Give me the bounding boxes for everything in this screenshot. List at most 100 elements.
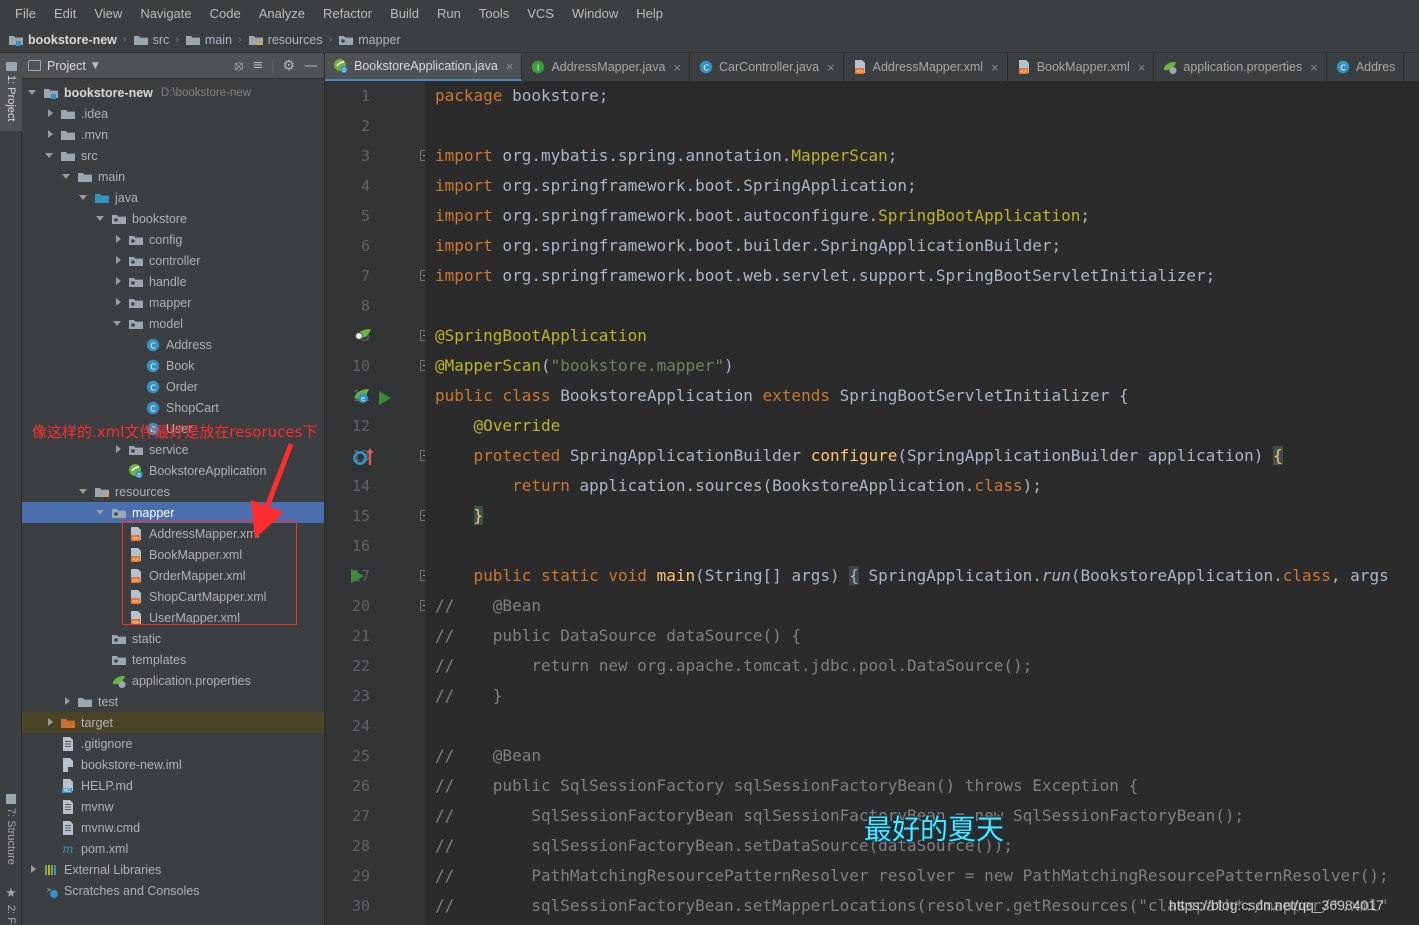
tree-node-mvnw-cmd[interactable]: mvnw.cmd — [22, 817, 324, 838]
code-line[interactable]: protected SpringApplicationBuilder confi… — [425, 441, 1283, 471]
tree-node-external-libraries[interactable]: External Libraries — [22, 859, 324, 880]
tree-node-mvnw[interactable]: mvnw — [22, 796, 324, 817]
code-line[interactable]: import org.springframework.boot.builder.… — [425, 231, 1061, 261]
menu-item-tools[interactable]: Tools — [470, 3, 518, 24]
chevron-right-icon[interactable] — [45, 108, 56, 119]
chevron-right-icon[interactable] — [45, 129, 56, 140]
sidebar-item-favorites[interactable]: ★ 2: Favorites — [0, 875, 22, 925]
menu-item-file[interactable]: File — [6, 3, 45, 24]
editor-tab-bookstoreapplication-java[interactable]: ⏱ BookstoreApplication.java × — [325, 53, 523, 81]
code-line[interactable]: import org.mybatis.spring.annotation.Map… — [425, 141, 897, 171]
tree-node-main[interactable]: main — [22, 166, 324, 187]
tree-node-order[interactable]: C Order — [22, 376, 324, 397]
code-editor[interactable]: 1234567891011e12131415161720212223242526… — [325, 81, 1419, 925]
close-icon[interactable]: × — [1138, 60, 1146, 75]
code-line[interactable]: // @Bean — [425, 591, 541, 621]
tree-node-help-md[interactable]: MD HELP.md — [22, 775, 324, 796]
code-line[interactable]: // public SqlSessionFactory sqlSessionFa… — [425, 771, 1138, 801]
code-line[interactable]: // public DataSource dataSource() { — [425, 621, 801, 651]
tree-node-templates[interactable]: templates — [22, 649, 324, 670]
sidebar-item-project[interactable]: 1: Project — [0, 53, 22, 131]
tree-node--gitignore[interactable]: .gitignore — [22, 733, 324, 754]
menu-item-refactor[interactable]: Refactor — [314, 3, 381, 24]
editor-tab-bookmapper-xml[interactable]: <> BookMapper.xml × — [1007, 53, 1155, 81]
menu-item-build[interactable]: Build — [381, 3, 428, 24]
tree-node-shopcart[interactable]: C ShopCart — [22, 397, 324, 418]
tree-node--mvn[interactable]: .mvn — [22, 124, 324, 145]
code-line[interactable]: import org.springframework.boot.SpringAp… — [425, 171, 917, 201]
chevron-down-icon[interactable]: ▼ — [92, 61, 99, 71]
breadcrumb-item-bookstore-new[interactable]: bookstore-new — [8, 32, 117, 48]
breadcrumb-item-main[interactable]: main — [185, 32, 232, 48]
tree-node-application-properties[interactable]: application.properties — [22, 670, 324, 691]
code-line[interactable]: public class BookstoreApplication extend… — [425, 381, 1129, 411]
code-line[interactable]: import org.springframework.boot.web.serv… — [425, 261, 1215, 291]
chevron-down-icon[interactable] — [96, 213, 107, 224]
tree-node-src[interactable]: src — [22, 145, 324, 166]
chevron-down-icon[interactable] — [79, 486, 90, 497]
code-line[interactable]: @Override — [425, 411, 561, 441]
chevron-down-icon[interactable] — [113, 318, 124, 329]
collapse-all-icon[interactable]: ≡ — [253, 58, 264, 73]
spring-bean-icon[interactable] — [353, 327, 373, 348]
editor-tab-addressmapper-java[interactable]: I AddressMapper.java × — [522, 53, 690, 81]
tree-node-pom-xml[interactable]: m pom.xml — [22, 838, 324, 859]
tree-node-config[interactable]: config — [22, 229, 324, 250]
tree-node-bookstore[interactable]: bookstore — [22, 208, 324, 229]
breadcrumb-item-mapper[interactable]: mapper — [338, 32, 401, 48]
tree-node--idea[interactable]: .idea — [22, 103, 324, 124]
chevron-right-icon[interactable] — [28, 864, 39, 875]
code-line[interactable]: return application.sources(BookstoreAppl… — [425, 471, 1042, 501]
code-line[interactable]: import org.springframework.boot.autoconf… — [425, 201, 1090, 231]
tree-node-address[interactable]: C Address — [22, 334, 324, 355]
chevron-down-icon[interactable] — [96, 507, 107, 518]
menu-item-window[interactable]: Window — [563, 3, 627, 24]
close-icon[interactable]: × — [991, 60, 999, 75]
hide-panel-icon[interactable]: — — [304, 58, 318, 74]
editor-tab-bar[interactable]: ⏱ BookstoreApplication.java × I AddressMappe… — [325, 53, 1419, 81]
settings-gear-icon[interactable]: ⚙ — [282, 58, 295, 74]
tree-node-target[interactable]: target — [22, 712, 324, 733]
chevron-right-icon[interactable] — [113, 255, 124, 266]
chevron-right-icon[interactable] — [113, 276, 124, 287]
chevron-down-icon[interactable] — [28, 87, 39, 98]
chevron-right-icon[interactable] — [113, 297, 124, 308]
breadcrumb-item-src[interactable]: src — [133, 32, 169, 48]
close-icon[interactable]: × — [506, 59, 514, 74]
tree-node-book[interactable]: C Book — [22, 355, 324, 376]
code-line[interactable]: // } — [425, 681, 502, 711]
override-icon[interactable] — [353, 447, 379, 470]
menu-item-run[interactable]: Run — [428, 3, 470, 24]
tree-node-controller[interactable]: controller — [22, 250, 324, 271]
editor-tab-carcontroller-java[interactable]: C CarController.java × — [689, 53, 844, 81]
locate-icon[interactable]: ⦻ — [234, 58, 243, 74]
tree-node-mapper[interactable]: mapper — [22, 292, 324, 313]
tree-node-static[interactable]: static — [22, 628, 324, 649]
code-line[interactable]: // PathMatchingResourcePatternResolver r… — [425, 861, 1389, 891]
tree-node-bookstore-new-iml[interactable]: bookstore-new.iml — [22, 754, 324, 775]
code-line[interactable]: package bookstore; — [425, 81, 608, 111]
code-line[interactable]: // SqlSessionFactoryBean sqlSessionFacto… — [425, 801, 1244, 831]
menu-item-analyze[interactable]: Analyze — [250, 3, 314, 24]
editor-code-area[interactable]: package bookstore; import org.mybatis.spr… — [425, 81, 1419, 925]
sidebar-item-structure[interactable]: 7: Structure — [0, 783, 22, 875]
tree-node-java[interactable]: java — [22, 187, 324, 208]
tree-node-model[interactable]: model — [22, 313, 324, 334]
close-icon[interactable]: × — [1310, 60, 1318, 75]
code-line[interactable]: // @Bean — [425, 741, 541, 771]
chevron-down-icon[interactable] — [45, 150, 56, 161]
chevron-right-icon[interactable] — [113, 444, 124, 455]
tree-node-scratches-and-consoles[interactable]: >_ Scratches and Consoles — [22, 880, 324, 901]
code-line[interactable]: // return new org.apache.tomcat.jdbc.poo… — [425, 651, 1032, 681]
chevron-right-icon[interactable] — [113, 234, 124, 245]
tree-node-bookstore-new[interactable]: bookstore-new D:\bookstore-new — [22, 82, 324, 103]
menu-item-edit[interactable]: Edit — [45, 3, 85, 24]
menu-item-vcs[interactable]: VCS — [518, 3, 563, 24]
run-icon[interactable] — [348, 567, 366, 588]
editor-gutter[interactable]: 1234567891011e12131415161720212223242526… — [325, 81, 431, 925]
chevron-right-icon[interactable] — [62, 696, 73, 707]
breadcrumb-item-resources[interactable]: resources — [248, 32, 323, 48]
menu-item-navigate[interactable]: Navigate — [131, 3, 200, 24]
menu-item-view[interactable]: View — [85, 3, 131, 24]
editor-tab-addres[interactable]: C Addres — [1326, 53, 1405, 81]
